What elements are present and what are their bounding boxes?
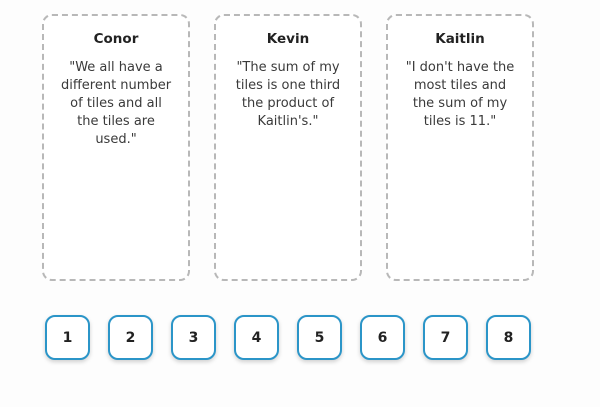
card-quote-kaitlin: "I don't have the most tiles and the sum… <box>405 60 515 129</box>
drop-zone-conor[interactable]: Conor "We all have a different number of… <box>42 14 190 281</box>
number-tile-8[interactable]: 8 <box>486 315 531 360</box>
number-tile-2[interactable]: 2 <box>108 315 153 360</box>
card-name-kaitlin: Kaitlin <box>435 31 485 47</box>
number-tile-5[interactable]: 5 <box>297 315 342 360</box>
number-tile-6[interactable]: 6 <box>360 315 405 360</box>
drop-zone-kevin[interactable]: Kevin "The sum of my tiles is one third … <box>214 14 362 281</box>
card-name-conor: Conor <box>93 31 139 47</box>
number-tile-7[interactable]: 7 <box>423 315 468 360</box>
card-quote-conor: "We all have a different number of tiles… <box>60 60 172 147</box>
card-quote-kevin: "The sum of my tiles is one third the pr… <box>235 60 341 129</box>
number-tile-4[interactable]: 4 <box>234 315 279 360</box>
number-tile-3[interactable]: 3 <box>171 315 216 360</box>
drop-zone-kaitlin[interactable]: Kaitlin "I don't have the most tiles and… <box>386 14 534 281</box>
card-name-kevin: Kevin <box>266 31 310 47</box>
number-tile-1[interactable]: 1 <box>45 315 90 360</box>
